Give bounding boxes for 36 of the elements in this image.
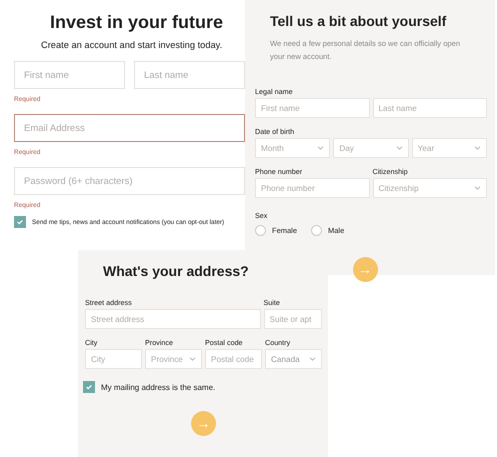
first-name-input[interactable]: First name (255, 98, 370, 118)
checkbox[interactable] (83, 381, 95, 393)
address-input[interactable]: City (85, 349, 142, 369)
chevron-icon (396, 146, 403, 150)
phone-input[interactable]: Phone number (255, 178, 370, 198)
check-icon (16, 218, 24, 226)
signup-subtitle: Create an account and start investing today. (41, 40, 222, 50)
signup-title: Invest in your future (50, 12, 224, 33)
check-icon (85, 383, 93, 391)
suite-input[interactable]: Suite or apt (264, 309, 322, 329)
mailing-address-label: My mailing address is the same. (101, 382, 216, 392)
address-input[interactable]: Postal code (205, 349, 262, 369)
chevron-icon (189, 357, 196, 361)
chevron-icon (474, 186, 481, 190)
next-button[interactable]: → (191, 411, 216, 436)
address-select[interactable]: Province (145, 349, 202, 369)
checkbox[interactable] (14, 216, 26, 228)
date-select[interactable]: Day (333, 138, 409, 158)
address-select[interactable]: Canada (265, 349, 322, 369)
radio-button[interactable] (311, 225, 322, 236)
next-button[interactable]: → (352, 257, 378, 282)
date-select[interactable]: Year (412, 138, 487, 158)
first-name-input[interactable]: First name (14, 61, 125, 89)
chevron-icon (317, 146, 324, 150)
about-title: Tell us a bit about yourself (270, 13, 448, 29)
citizenship-select[interactable]: Citizenship (372, 178, 487, 198)
last-name-input[interactable]: Last name (372, 98, 487, 118)
email-input[interactable]: Email Address (14, 114, 245, 142)
chevron-icon (309, 357, 316, 361)
password-input[interactable]: Password (6+ characters) (14, 167, 245, 195)
address-title: What's your address? (103, 263, 250, 279)
date-select[interactable]: Month (255, 138, 330, 158)
last-name-input[interactable]: Last name (134, 61, 245, 89)
chevron-icon (474, 146, 481, 150)
street-input[interactable]: Street address (85, 309, 260, 329)
radio-button[interactable] (255, 225, 266, 236)
